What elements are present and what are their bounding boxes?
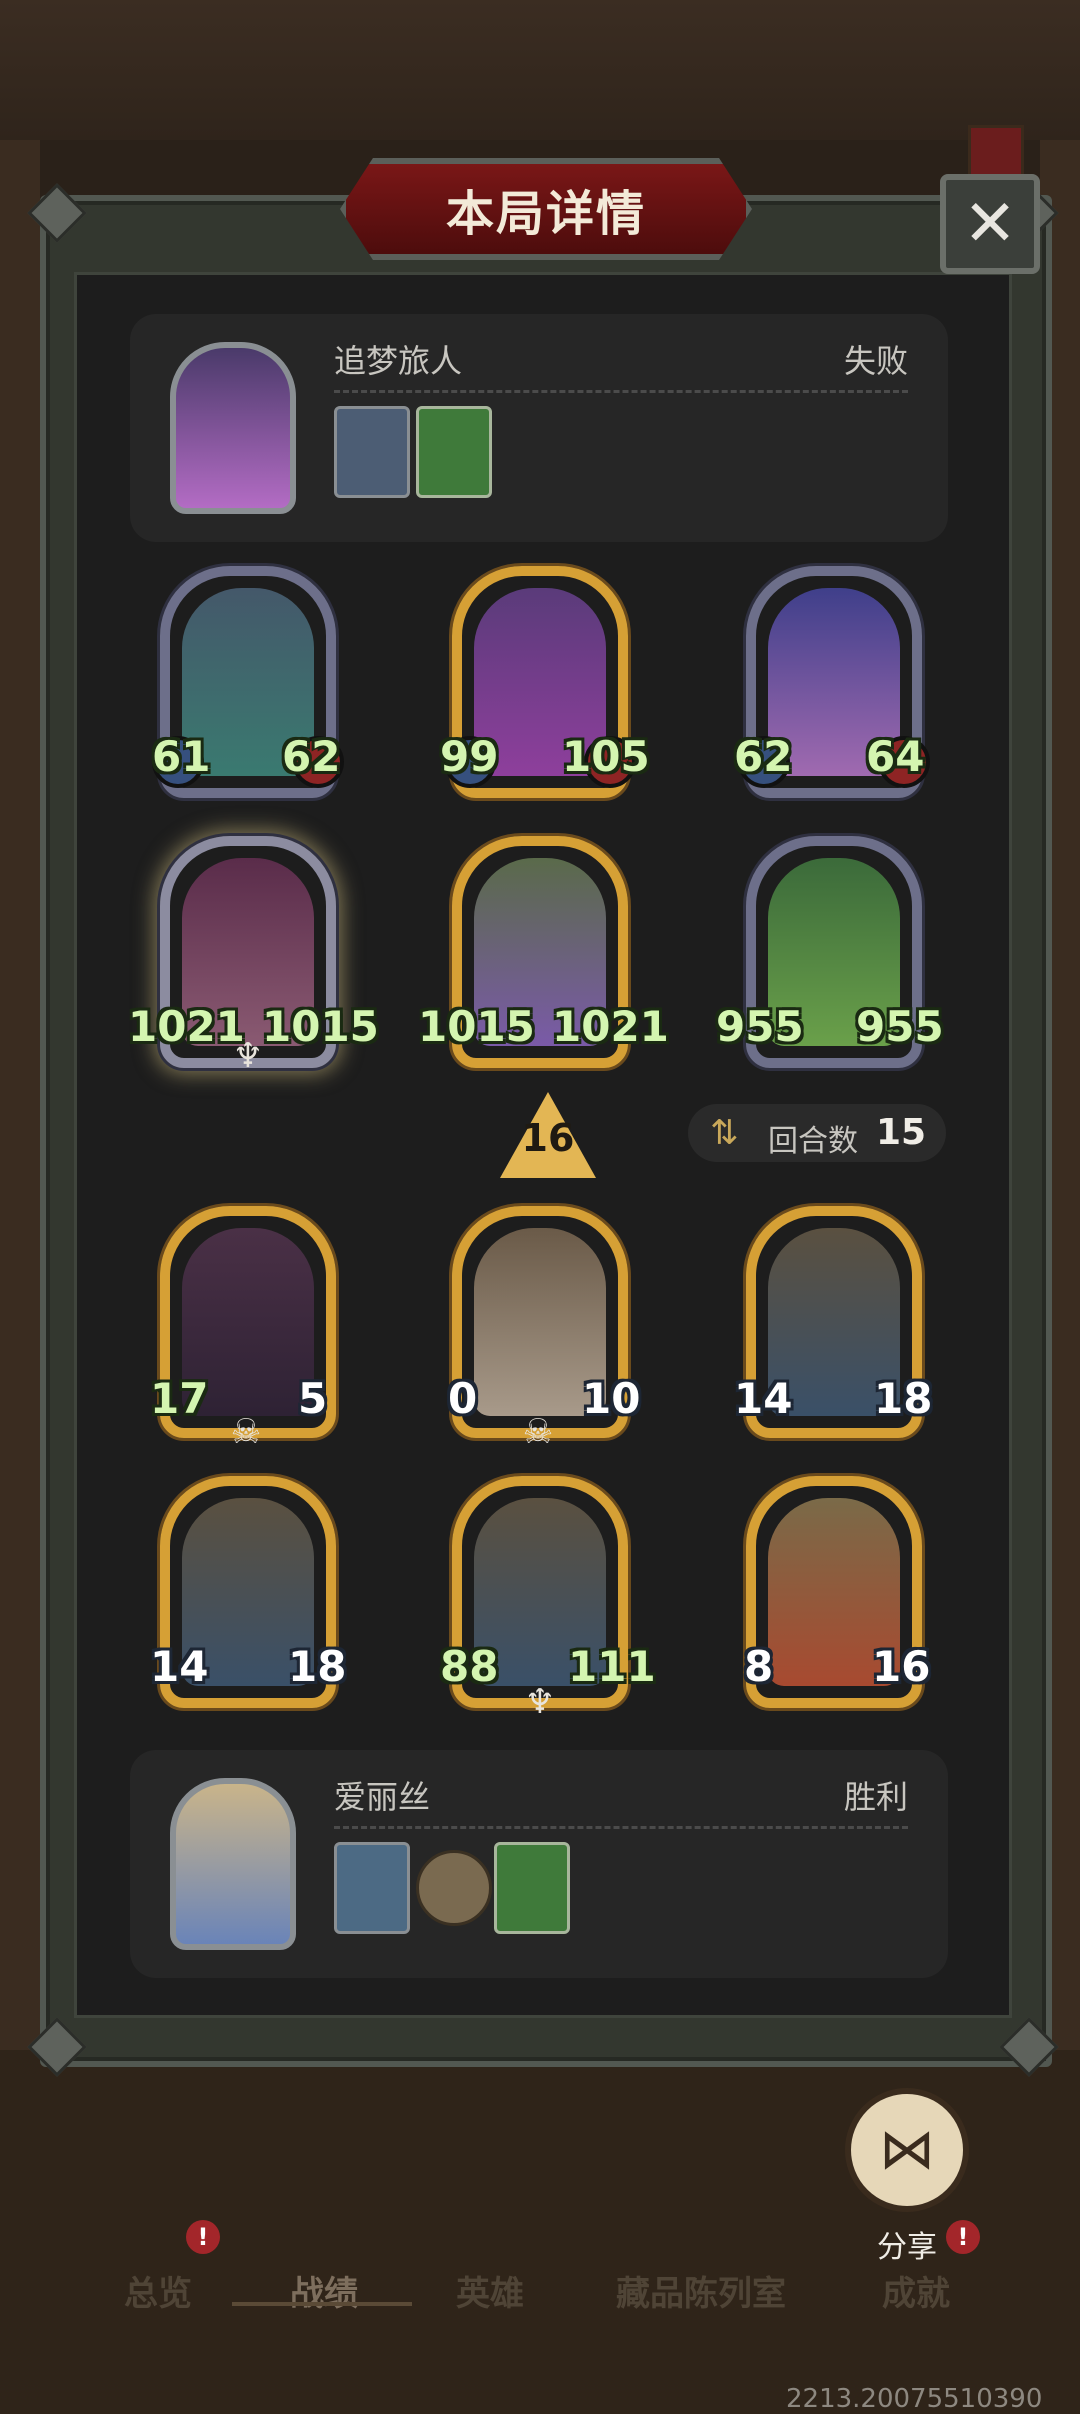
attack-value: 8 bbox=[744, 1642, 774, 1691]
health-value: 5 bbox=[298, 1374, 328, 1423]
health-value: 1015 bbox=[262, 1002, 379, 1051]
attack-value: 955 bbox=[716, 1002, 804, 1051]
bottom-tab-bar: 总览 战绩 英雄 藏品陈列室 成就 bbox=[0, 2240, 1080, 2340]
opponent-panel: 追梦旅人 失败 bbox=[130, 314, 948, 542]
opponent-name: 追梦旅人 bbox=[334, 342, 463, 380]
background-top bbox=[0, 0, 1080, 140]
attack-value: 99 bbox=[440, 732, 499, 781]
reborn-icon: ♆ bbox=[232, 1036, 264, 1076]
tab-collection-gallery[interactable]: 藏品陈列室 bbox=[616, 2266, 786, 2315]
skull-icon: ☠ bbox=[522, 1412, 554, 1452]
green-book-icon[interactable] bbox=[416, 406, 492, 498]
dialog-title-plate: 本局详情 bbox=[340, 158, 752, 260]
tab-achievements[interactable]: 成就 bbox=[882, 2266, 950, 2315]
health-value: 955 bbox=[856, 1002, 944, 1051]
version-text: 2213.20075510390 bbox=[786, 2384, 1043, 2414]
attack-value: 1015 bbox=[418, 1002, 535, 1051]
background-left bbox=[0, 140, 40, 2140]
rounds-value: 15 bbox=[876, 1112, 927, 1153]
health-value: 105 bbox=[562, 732, 650, 781]
close-button[interactable]: ✕ bbox=[940, 174, 1040, 274]
share-button[interactable]: ⋈ bbox=[845, 2088, 969, 2212]
player-panel: 爱丽丝 胜利 bbox=[130, 1750, 948, 1978]
pocket-watch-icon[interactable] bbox=[416, 1850, 492, 1926]
health-value: 111 bbox=[568, 1642, 656, 1691]
tier-value: 16 bbox=[521, 1116, 575, 1160]
rounds-label: 回合数 bbox=[768, 1124, 858, 1159]
share-icon: ⋈ bbox=[879, 2117, 935, 2182]
health-value: 62 bbox=[282, 732, 341, 781]
attack-value: 0 bbox=[448, 1374, 478, 1423]
health-value: 18 bbox=[874, 1374, 933, 1423]
green-book-icon[interactable] bbox=[494, 1842, 570, 1934]
tab-overview[interactable]: 总览 bbox=[124, 2266, 192, 2315]
tab-records[interactable]: 战绩 bbox=[290, 2266, 358, 2315]
skull-icon: ☠ bbox=[230, 1412, 262, 1452]
attack-value: 14 bbox=[734, 1374, 793, 1423]
attack-value: 88 bbox=[440, 1642, 499, 1691]
hero-portrait-icon[interactable] bbox=[334, 406, 410, 498]
player-name: 爱丽丝 bbox=[334, 1778, 431, 1816]
attack-value: 14 bbox=[150, 1642, 209, 1691]
health-value: 1021 bbox=[552, 1002, 669, 1051]
player-result: 胜利 bbox=[843, 1778, 908, 1816]
hero-portrait-icon[interactable] bbox=[334, 1842, 410, 1934]
close-icon: ✕ bbox=[963, 187, 1017, 261]
attack-value: 17 bbox=[150, 1374, 209, 1423]
health-value: 18 bbox=[288, 1642, 347, 1691]
repeat-icon: ⇅ bbox=[710, 1113, 739, 1153]
health-value: 64 bbox=[866, 732, 925, 781]
attack-value: 62 bbox=[734, 732, 793, 781]
health-value: 10 bbox=[582, 1374, 641, 1423]
opponent-avatar[interactable] bbox=[170, 342, 296, 514]
rounds-counter: ⇅ 回合数 15 bbox=[688, 1104, 946, 1162]
reborn-icon: ♆ bbox=[524, 1682, 556, 1722]
attack-value: 61 bbox=[152, 732, 211, 781]
tab-heroes[interactable]: 英雄 bbox=[456, 2266, 524, 2315]
divider bbox=[334, 390, 908, 393]
dialog-title: 本局详情 bbox=[445, 186, 646, 242]
opponent-result: 失败 bbox=[843, 342, 908, 380]
player-avatar[interactable] bbox=[170, 1778, 296, 1950]
divider bbox=[334, 1826, 908, 1829]
notification-badge: ! bbox=[186, 2220, 220, 2254]
health-value: 16 bbox=[872, 1642, 931, 1691]
notification-badge: ! bbox=[946, 2220, 980, 2254]
active-tab-indicator bbox=[232, 2302, 412, 2306]
